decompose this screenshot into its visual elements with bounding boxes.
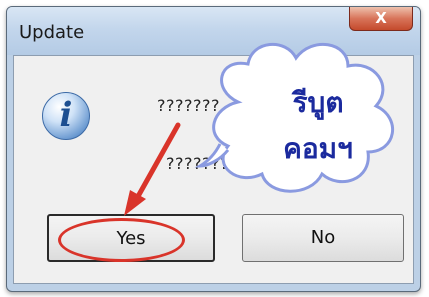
cloud-caption: รีบูต คอมฯ [226,80,410,172]
cloud-text-line-2: คอมฯ [283,132,353,165]
cloud-text-line-1: รีบูต [292,86,344,119]
red-arrow-icon [124,122,181,216]
